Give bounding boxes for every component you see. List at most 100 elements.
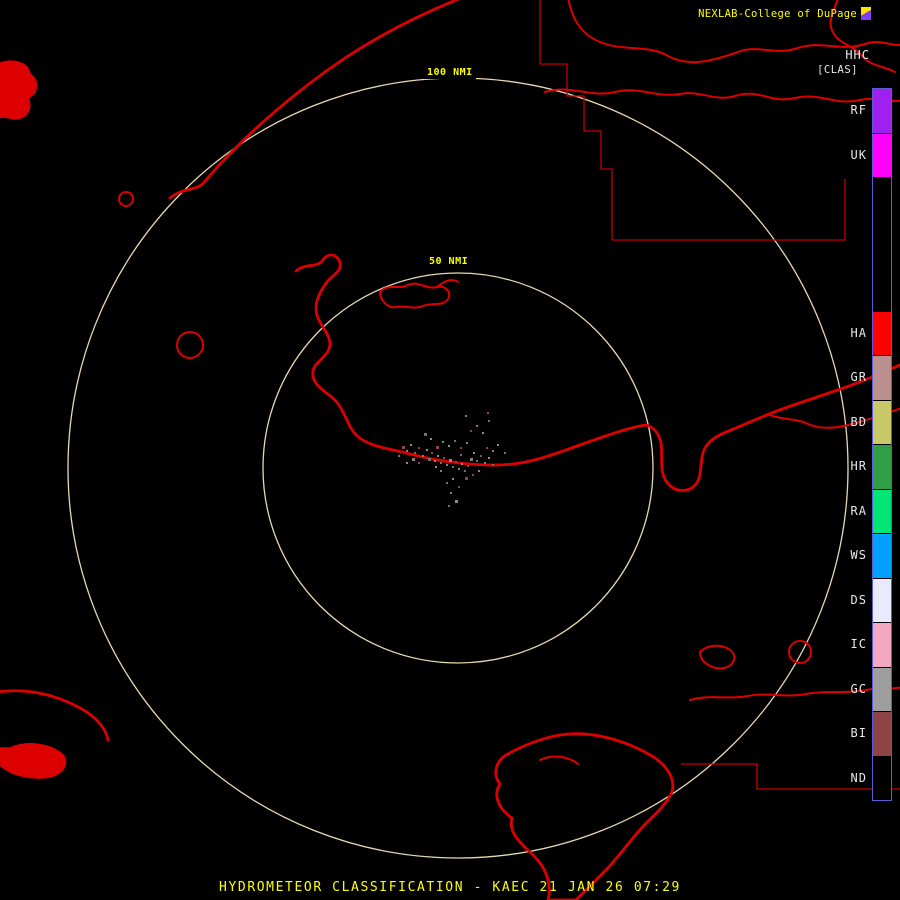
radar-echo: [472, 474, 474, 476]
colorbar-segment-gc: [873, 667, 891, 711]
radar-echo: [458, 486, 460, 488]
small-lake-circle-3: [788, 640, 812, 664]
radar-echo: [440, 462, 442, 464]
radar-echo: [470, 430, 472, 432]
radar-echo: [437, 455, 439, 457]
radar-echo: [426, 449, 428, 451]
boundary-steps-southeast: [681, 763, 900, 790]
radar-echo: [450, 492, 452, 494]
colorbar-segment-nd: [873, 756, 891, 800]
radar-echo: [464, 470, 466, 472]
radar-echo: [443, 457, 445, 459]
radar-echo: [452, 478, 454, 480]
radar-echo: [460, 454, 462, 456]
radar-echo: [476, 460, 478, 462]
colorbar-segment-hr: [873, 445, 891, 489]
radar-echo: [488, 420, 490, 422]
coastline-arc-northwest: [168, 0, 460, 200]
radar-echo: [466, 442, 468, 444]
coastline-group: [0, 0, 900, 900]
colorbar-segment-uk: [873, 133, 891, 177]
boundary-steps-northeast: [539, 0, 846, 241]
radar-echo: [428, 458, 431, 461]
radar-echo: [497, 444, 499, 446]
radar-echo: [406, 462, 408, 464]
radar-echo: [478, 470, 480, 472]
radar-echo: [422, 455, 424, 457]
coastline-central: [294, 253, 900, 492]
radar-echo: [465, 415, 467, 417]
radar-echo: [434, 460, 436, 462]
small-lake-circle-1: [118, 191, 134, 207]
radar-echo: [486, 447, 488, 449]
radar-echo: [452, 466, 454, 468]
radar-echo: [461, 463, 463, 465]
small-lake-circle-2: [176, 331, 204, 359]
brand: NEXLAB-College of DuPage: [698, 7, 871, 20]
range-label-100nmi: 100 NMI: [424, 66, 476, 79]
radar-echo: [446, 482, 448, 484]
radar-echo: [473, 452, 475, 454]
radar-display: NEXLAB-College of DuPage HHC [CLAS] 100 …: [0, 0, 900, 900]
cod-logo-icon: [861, 7, 871, 20]
colorbar-segment-empty-4: [873, 267, 891, 311]
radar-echo: [470, 458, 473, 461]
radar-map: [0, 0, 900, 900]
radar-echo: [448, 505, 450, 507]
radar-echo: [480, 455, 482, 457]
radar-echo: [412, 458, 415, 461]
colorbar-segment-empty-2: [873, 178, 891, 222]
radar-echo: [488, 457, 490, 459]
radar-echo: [436, 446, 439, 449]
lake-east-small: [699, 644, 736, 670]
colorbar-segment-rf: [873, 89, 891, 133]
island-inner-ring: [379, 282, 451, 309]
colorbar-segment-ic: [873, 623, 891, 667]
river-north-1: [544, 88, 900, 103]
radar-echo: [458, 468, 460, 470]
radar-echo: [455, 500, 458, 503]
radar-echo: [424, 433, 427, 436]
radar-echo: [410, 444, 412, 446]
radar-echo: [482, 432, 484, 434]
radar-echo: [465, 477, 468, 480]
radar-echo: [454, 440, 456, 442]
product-code: HHC: [845, 48, 870, 62]
radar-echo: [476, 425, 478, 427]
radar-echo: [430, 438, 432, 440]
radar-echo: [492, 464, 494, 466]
colorbar: [872, 88, 892, 801]
lake-south-large: [494, 732, 675, 900]
radar-echo: [418, 447, 420, 449]
colorbar-segment-gr: [873, 356, 891, 400]
radar-echo: [460, 447, 462, 449]
colorbar-segment-empty-3: [873, 222, 891, 266]
range-label-50nmi: 50 NMI: [426, 255, 472, 268]
river-southeast: [689, 686, 900, 701]
boundary-lines: [539, 0, 900, 790]
radar-echo: [418, 462, 420, 464]
radar-echo: [446, 464, 448, 466]
colorbar-segment-ds: [873, 578, 891, 622]
radar-echo: [487, 412, 489, 414]
radar-echo: [442, 441, 444, 443]
coastline-southwest: [0, 689, 110, 742]
radar-echo: [406, 450, 408, 452]
radar-echo: [492, 450, 494, 452]
radar-echo: [414, 452, 416, 454]
radar-echo: [431, 452, 433, 454]
colorbar-segment-ha: [873, 311, 891, 355]
status-bar: HYDROMETEOR CLASSIFICATION - KAEC 21 JAN…: [219, 880, 681, 895]
lake-south-detail: [539, 755, 579, 765]
lake-top-left: [0, 60, 38, 120]
radar-echo: [449, 459, 452, 462]
colorbar-segment-bd: [873, 400, 891, 444]
colorbar-segment-bi: [873, 712, 891, 756]
colorbar-segment-ra: [873, 489, 891, 533]
radar-echo: [398, 455, 400, 457]
brand-text: NEXLAB-College of DuPage: [698, 7, 857, 20]
radar-echo: [448, 445, 450, 447]
radar-echo: [484, 462, 486, 464]
radar-echo: [435, 466, 437, 468]
radar-echo: [504, 452, 506, 454]
